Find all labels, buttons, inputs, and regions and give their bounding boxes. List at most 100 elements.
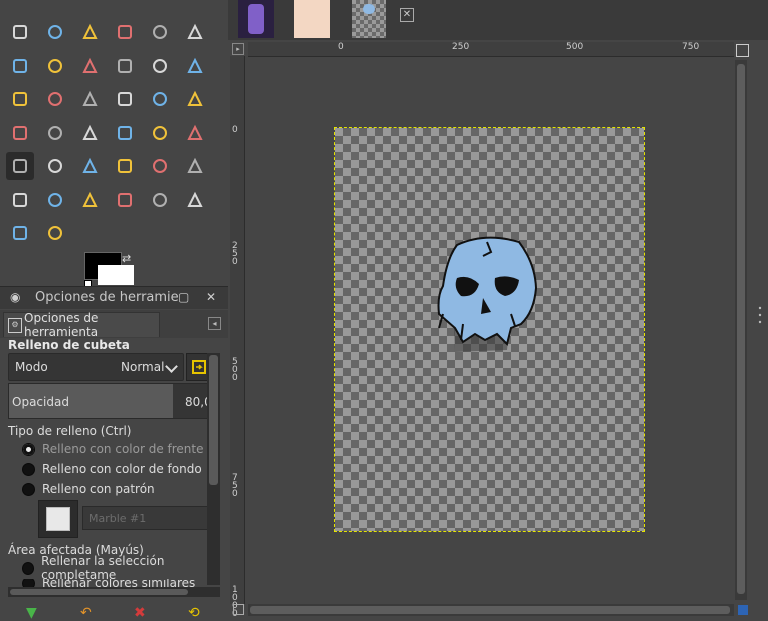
clone-icon-glyph xyxy=(82,191,98,207)
align-icon[interactable] xyxy=(6,85,34,113)
radio-fill-fg-color[interactable]: Relleno con color de frente xyxy=(22,440,204,458)
perspective-icon[interactable] xyxy=(6,119,34,147)
paths-icon[interactable] xyxy=(41,52,69,80)
radio-fill-pattern[interactable]: Relleno con patrón xyxy=(22,480,155,498)
image-tab-2[interactable] xyxy=(294,0,330,38)
smudge-icon[interactable] xyxy=(6,219,34,247)
unified-transform-icon[interactable] xyxy=(76,85,104,113)
radio-fill-bg-color[interactable]: Relleno con color de fondo xyxy=(22,460,202,478)
close-tab-icon[interactable]: ✕ xyxy=(400,8,414,22)
image-canvas[interactable] xyxy=(334,127,645,532)
rect-select-icon[interactable] xyxy=(6,18,34,46)
align-icon-glyph xyxy=(13,92,27,106)
canvas-scrollbar-horizontal[interactable] xyxy=(248,604,734,616)
mypaint-brush-icon-glyph xyxy=(48,192,62,207)
opacity-slider[interactable]: Opacidad 80,0 xyxy=(8,383,212,419)
fuzzy-select-icon-glyph xyxy=(118,25,132,39)
dodge-burn-icon[interactable] xyxy=(41,219,69,247)
flip-icon[interactable] xyxy=(76,119,104,147)
restore-options-icon[interactable]: ↶ xyxy=(80,606,92,620)
rotate-icon[interactable] xyxy=(111,85,139,113)
pencil-icon[interactable] xyxy=(76,152,104,180)
bucket-fill-icon[interactable] xyxy=(6,152,34,180)
radio-label: Relleno con color de fondo xyxy=(42,462,202,476)
save-options-icon[interactable]: ▼ xyxy=(26,606,37,620)
lasso-icon[interactable] xyxy=(76,18,104,46)
radio-indicator xyxy=(22,462,35,476)
vertical-ruler[interactable]: 0 250 500 750 1000 xyxy=(230,56,245,619)
image-thumbnail xyxy=(363,4,375,14)
crop-icon[interactable] xyxy=(41,85,69,113)
3d-transform-icon[interactable] xyxy=(41,119,69,147)
airbrush-icon[interactable] xyxy=(181,152,209,180)
tool-options-title: Relleno de cubeta xyxy=(8,338,130,352)
ink-icon[interactable] xyxy=(6,186,34,214)
pattern-name-field[interactable]: Marble #1 xyxy=(82,506,208,530)
move-icon-glyph xyxy=(187,57,203,73)
ruler-tick: 750 xyxy=(682,42,700,52)
delete-options-icon[interactable]: ✖ xyxy=(134,606,146,620)
options-scrollbar-vertical[interactable] xyxy=(207,353,220,585)
eraser-icon[interactable] xyxy=(146,152,174,180)
fuzzy-select-icon[interactable] xyxy=(111,18,139,46)
zoom-icon[interactable] xyxy=(111,52,139,80)
dock-close-icon[interactable]: ✕ xyxy=(206,290,216,304)
skull-illustration xyxy=(437,236,538,352)
image-tab-1[interactable] xyxy=(238,0,274,38)
dock-resize-grip[interactable] xyxy=(758,305,762,325)
paintbrush-icon[interactable] xyxy=(111,152,139,180)
move-icon[interactable] xyxy=(181,52,209,80)
scissors-icon[interactable] xyxy=(181,18,209,46)
mode-select[interactable]: Modo Normal xyxy=(8,353,184,381)
scrollbar-thumb[interactable] xyxy=(250,606,730,614)
scrollbar-thumb[interactable] xyxy=(737,64,745,594)
tab-tool-options[interactable]: ⚙ Opciones de herramienta xyxy=(3,311,160,339)
fill-type-title: Tipo de relleno (Ctrl) xyxy=(8,424,132,438)
tab-menu-icon[interactable]: ◂ xyxy=(208,317,221,330)
dock-eye-icon[interactable]: ◉ xyxy=(10,290,20,304)
navigate-icon[interactable] xyxy=(738,605,748,615)
ellipse-select-icon[interactable] xyxy=(41,18,69,46)
pattern-preview-button[interactable] xyxy=(38,500,78,538)
radio-label: Rellenar colores similares xyxy=(42,579,196,587)
canvas-menu-icon[interactable]: ▸ xyxy=(232,43,244,55)
canvas-scrollbar-vertical[interactable] xyxy=(735,60,747,600)
dock-detach-icon[interactable]: ▢ xyxy=(178,290,189,304)
reset-options-icon[interactable]: ⟲ xyxy=(188,606,200,620)
shear-icon[interactable] xyxy=(181,85,209,113)
canvas-viewport[interactable] xyxy=(245,57,733,603)
image-tab-3-active[interactable] xyxy=(352,0,386,38)
horizontal-ruler[interactable]: 0 250 500 750 xyxy=(248,42,734,57)
options-scrollbar-horizontal[interactable] xyxy=(8,587,220,597)
quick-mask-toggle[interactable] xyxy=(233,604,244,615)
radio-fill-whole-selection[interactable]: Rellenar la selección completame xyxy=(22,554,228,582)
heal-icon[interactable] xyxy=(111,186,139,214)
mypaint-brush-icon[interactable] xyxy=(41,186,69,214)
dodge-burn-icon-glyph xyxy=(48,226,62,240)
scrollbar-thumb[interactable] xyxy=(209,355,218,485)
clone-icon[interactable] xyxy=(76,186,104,214)
zoom-to-window-icon[interactable] xyxy=(736,44,749,57)
lasso-icon-glyph xyxy=(82,23,98,39)
foreground-select-icon[interactable] xyxy=(6,52,34,80)
color-select-icon[interactable] xyxy=(146,18,174,46)
radio-fill-similar-colors[interactable]: Rellenar colores similares xyxy=(22,579,195,587)
swap-colors-icon[interactable]: ⇄ xyxy=(122,252,131,265)
bucket-fill-icon-glyph xyxy=(13,159,27,173)
reset-icon xyxy=(192,360,206,374)
measure-icon[interactable] xyxy=(146,52,174,80)
ink-icon-glyph xyxy=(13,192,27,207)
background-color-swatch[interactable] xyxy=(98,265,134,285)
perspective-clone-icon[interactable] xyxy=(146,186,174,214)
text-icon[interactable] xyxy=(181,119,209,147)
gradient-icon[interactable] xyxy=(41,152,69,180)
blur-icon[interactable] xyxy=(181,186,209,214)
cage-icon[interactable] xyxy=(111,119,139,147)
chevron-down-icon xyxy=(165,360,178,373)
warp-icon[interactable] xyxy=(146,119,174,147)
scrollbar-thumb[interactable] xyxy=(10,589,188,595)
scale-icon[interactable] xyxy=(146,85,174,113)
smudge-icon-glyph xyxy=(13,226,27,240)
color-picker-icon[interactable] xyxy=(76,52,104,80)
toolbox: ⇄ ◉ Opciones de herramie ▢ ✕ ⚙ Opciones … xyxy=(0,0,228,620)
